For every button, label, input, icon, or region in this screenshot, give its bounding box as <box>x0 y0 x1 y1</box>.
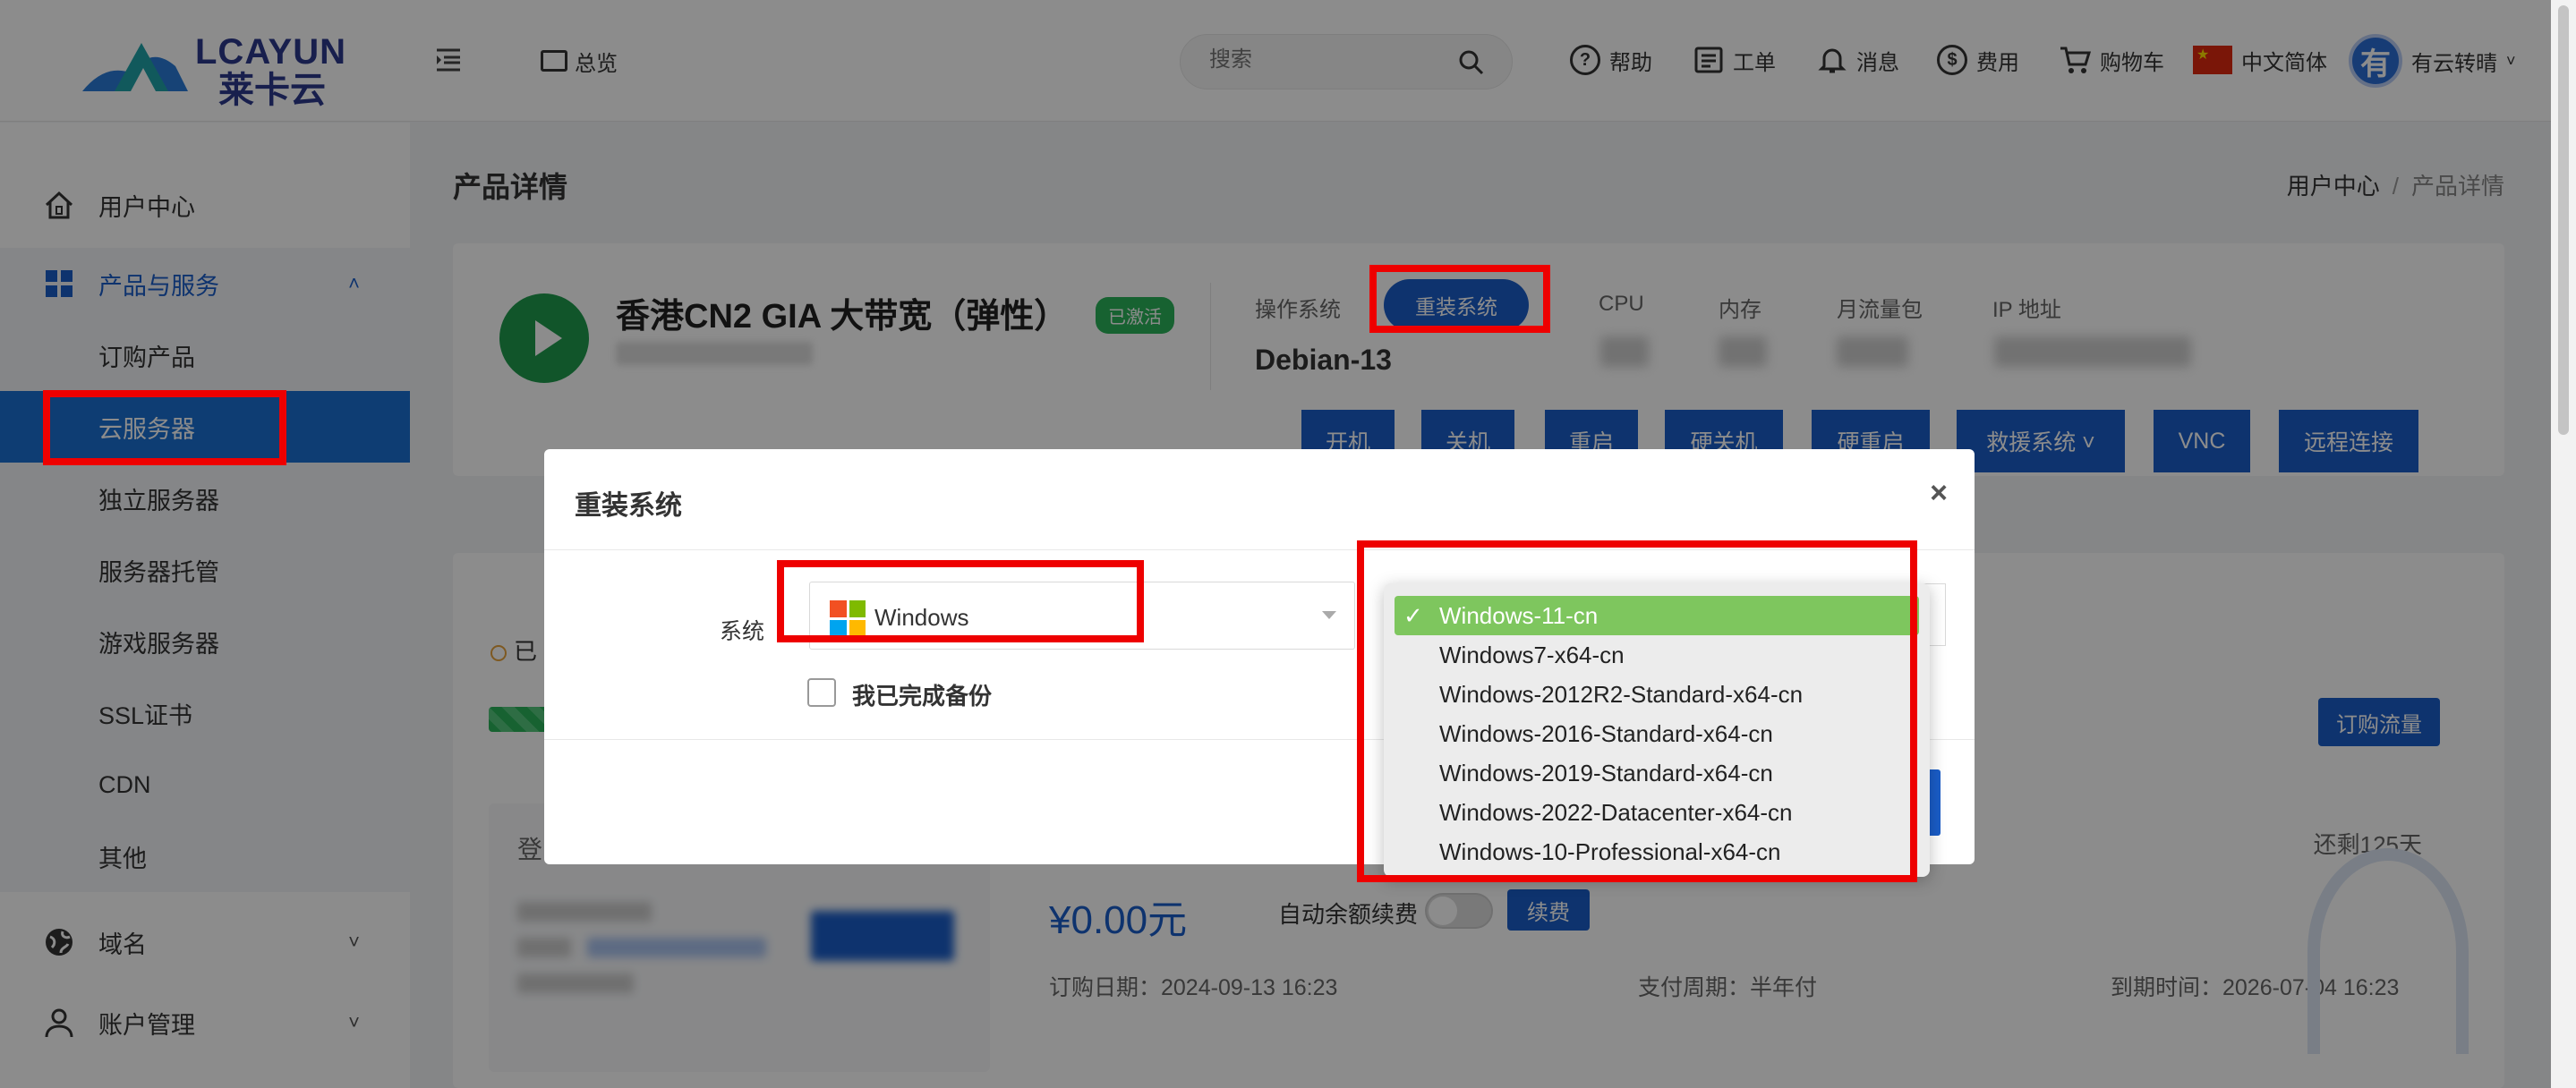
system-label: 系统 <box>720 619 765 644</box>
modal-title: 重装系统 <box>575 491 682 521</box>
annotation-box-os-family <box>777 560 1144 642</box>
annotation-box-os-version <box>1357 540 1917 882</box>
backup-checkbox-label[interactable]: 我已完成备份 <box>852 678 992 711</box>
close-icon[interactable]: × <box>1930 476 1948 511</box>
annotation-box-cloud-server <box>43 390 286 465</box>
scrollbar-thumb[interactable] <box>2558 5 2569 435</box>
backup-checkbox[interactable] <box>807 678 836 707</box>
caret-down-icon <box>1322 611 1336 619</box>
page-scrollbar[interactable] <box>2551 0 2576 1088</box>
annotation-box-reinstall <box>1369 265 1550 333</box>
